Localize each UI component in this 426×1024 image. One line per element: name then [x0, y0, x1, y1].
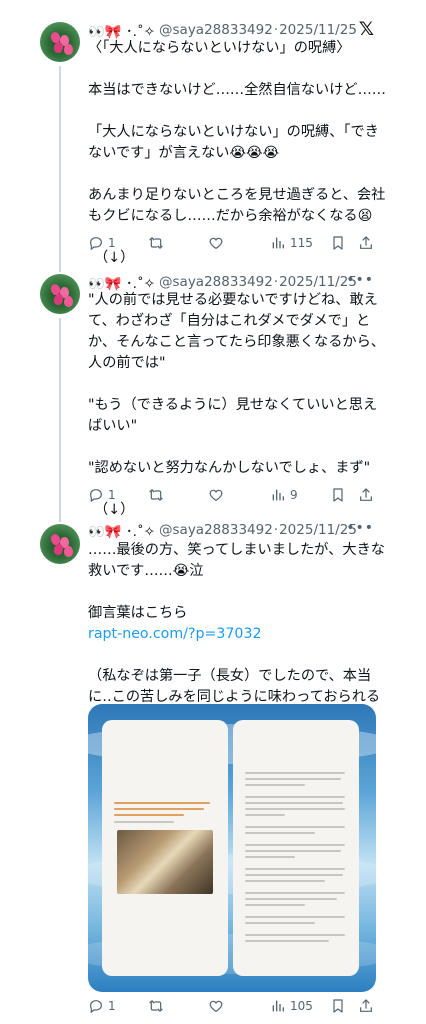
- tweet-paragraph: 〈「大人にならないといけない」の呪縛〉: [88, 40, 351, 56]
- share-icon: [360, 999, 372, 1012]
- retweet-button[interactable]: [148, 235, 164, 251]
- tweet-paragraph: あんまり足りないところを見せ過ぎると、会社もクビになるし……だから余裕がなくなる…: [88, 187, 386, 224]
- link-preview-image[interactable]: [88, 704, 376, 992]
- retweet-icon: [149, 1000, 163, 1012]
- bookmark-icon: [333, 999, 343, 1013]
- tweet-paragraph: 本当はできないけど……全然自信ないけど……: [88, 82, 386, 98]
- tweet-text: ……最後の方、笑ってしまいましたが、大きな救いです……😭泣 御言葉はこちら ra…: [88, 540, 388, 729]
- views-button[interactable]: 9: [270, 487, 298, 503]
- reply-button[interactable]: 1: [88, 235, 116, 251]
- tweet-paragraph: 「大人にならないといけない」の呪縛、「できないです」が言えない😭😭😭: [88, 124, 379, 161]
- views-icon: [272, 1000, 284, 1012]
- bookmark-button[interactable]: [330, 998, 346, 1014]
- view-count: 115: [290, 236, 313, 250]
- bookmark-icon: [333, 488, 343, 502]
- views-icon: [272, 237, 284, 249]
- more-icon[interactable]: •••: [346, 272, 374, 288]
- reply-button[interactable]: 1: [88, 487, 116, 503]
- avatar[interactable]: [40, 524, 80, 564]
- x-logo-icon[interactable]: 𝕏: [359, 18, 374, 40]
- reply-button[interactable]: 1: [88, 998, 116, 1014]
- reply-icon: [90, 489, 102, 503]
- views-icon: [272, 489, 284, 501]
- handle[interactable]: @saya28833492: [159, 522, 273, 538]
- reply-icon: [90, 237, 102, 251]
- tweet-paragraph: 御言葉はこちら: [88, 605, 188, 621]
- share-button[interactable]: [358, 487, 374, 503]
- like-button[interactable]: [208, 235, 224, 251]
- handle[interactable]: @saya28833492: [159, 22, 273, 38]
- like-button[interactable]: [208, 998, 224, 1014]
- reply-count: 1: [108, 488, 116, 502]
- views-button[interactable]: 115: [270, 235, 313, 251]
- share-icon: [360, 488, 372, 501]
- tweet-2[interactable]: 👀🎀 ･.˚✧ @saya28833492 · 2025/11/25 ••• "…: [0, 262, 426, 518]
- reply-icon: [90, 1000, 102, 1014]
- share-button[interactable]: [358, 235, 374, 251]
- avatar[interactable]: [40, 22, 80, 62]
- like-icon: [209, 489, 223, 502]
- display-name[interactable]: 👀🎀 ･.˚✧: [88, 20, 155, 40]
- reply-count: 1: [108, 236, 116, 250]
- retweet-button[interactable]: [148, 998, 164, 1014]
- reply-count: 1: [108, 999, 116, 1013]
- tweet-1[interactable]: 👀🎀 ･.˚✧ @saya28833492 · 2025/11/25 𝕏 〈「大…: [0, 0, 426, 266]
- tweet-paragraph: "認めないと努力なんかしないでしょ、まず": [88, 460, 371, 476]
- timestamp[interactable]: 2025/11/25: [279, 22, 357, 38]
- tweet-paragraph: "もう（できるように）見せなくていいと思えばいい": [88, 397, 378, 434]
- like-icon: [209, 1000, 223, 1013]
- like-button[interactable]: [208, 487, 224, 503]
- views-button[interactable]: 105: [270, 998, 313, 1014]
- like-icon: [209, 237, 223, 250]
- display-name[interactable]: 👀🎀 ･.˚✧: [88, 272, 155, 292]
- view-count: 105: [290, 999, 313, 1013]
- article-page-left: [102, 720, 228, 976]
- tweet-paragraph: "人の前では見せる必要ないですけどね、敢えて、わざわざ「自分はこれダメでダメで」…: [88, 292, 385, 371]
- article-page-right: [233, 720, 359, 976]
- avatar[interactable]: [40, 274, 80, 314]
- bookmark-button[interactable]: [330, 487, 346, 503]
- article-photo: [117, 830, 213, 894]
- action-bar: 1 105: [88, 998, 378, 1016]
- display-name[interactable]: 👀🎀 ･.˚✧: [88, 520, 155, 540]
- retweet-icon: [149, 237, 163, 249]
- action-bar: 1 115: [88, 235, 378, 253]
- view-count: 9: [290, 488, 298, 502]
- retweet-button[interactable]: [148, 487, 164, 503]
- bookmark-button[interactable]: [330, 235, 346, 251]
- retweet-icon: [149, 489, 163, 501]
- article-link[interactable]: rapt-neo.com/?p=37032: [88, 624, 388, 645]
- share-icon: [360, 236, 372, 249]
- handle[interactable]: @saya28833492: [159, 274, 273, 290]
- bookmark-icon: [333, 236, 343, 250]
- action-bar: 1 9: [88, 487, 378, 505]
- more-icon[interactable]: •••: [346, 520, 374, 536]
- tweet-paragraph: ……最後の方、笑ってしまいましたが、大きな救いです……😭泣: [88, 542, 385, 579]
- share-button[interactable]: [358, 998, 374, 1014]
